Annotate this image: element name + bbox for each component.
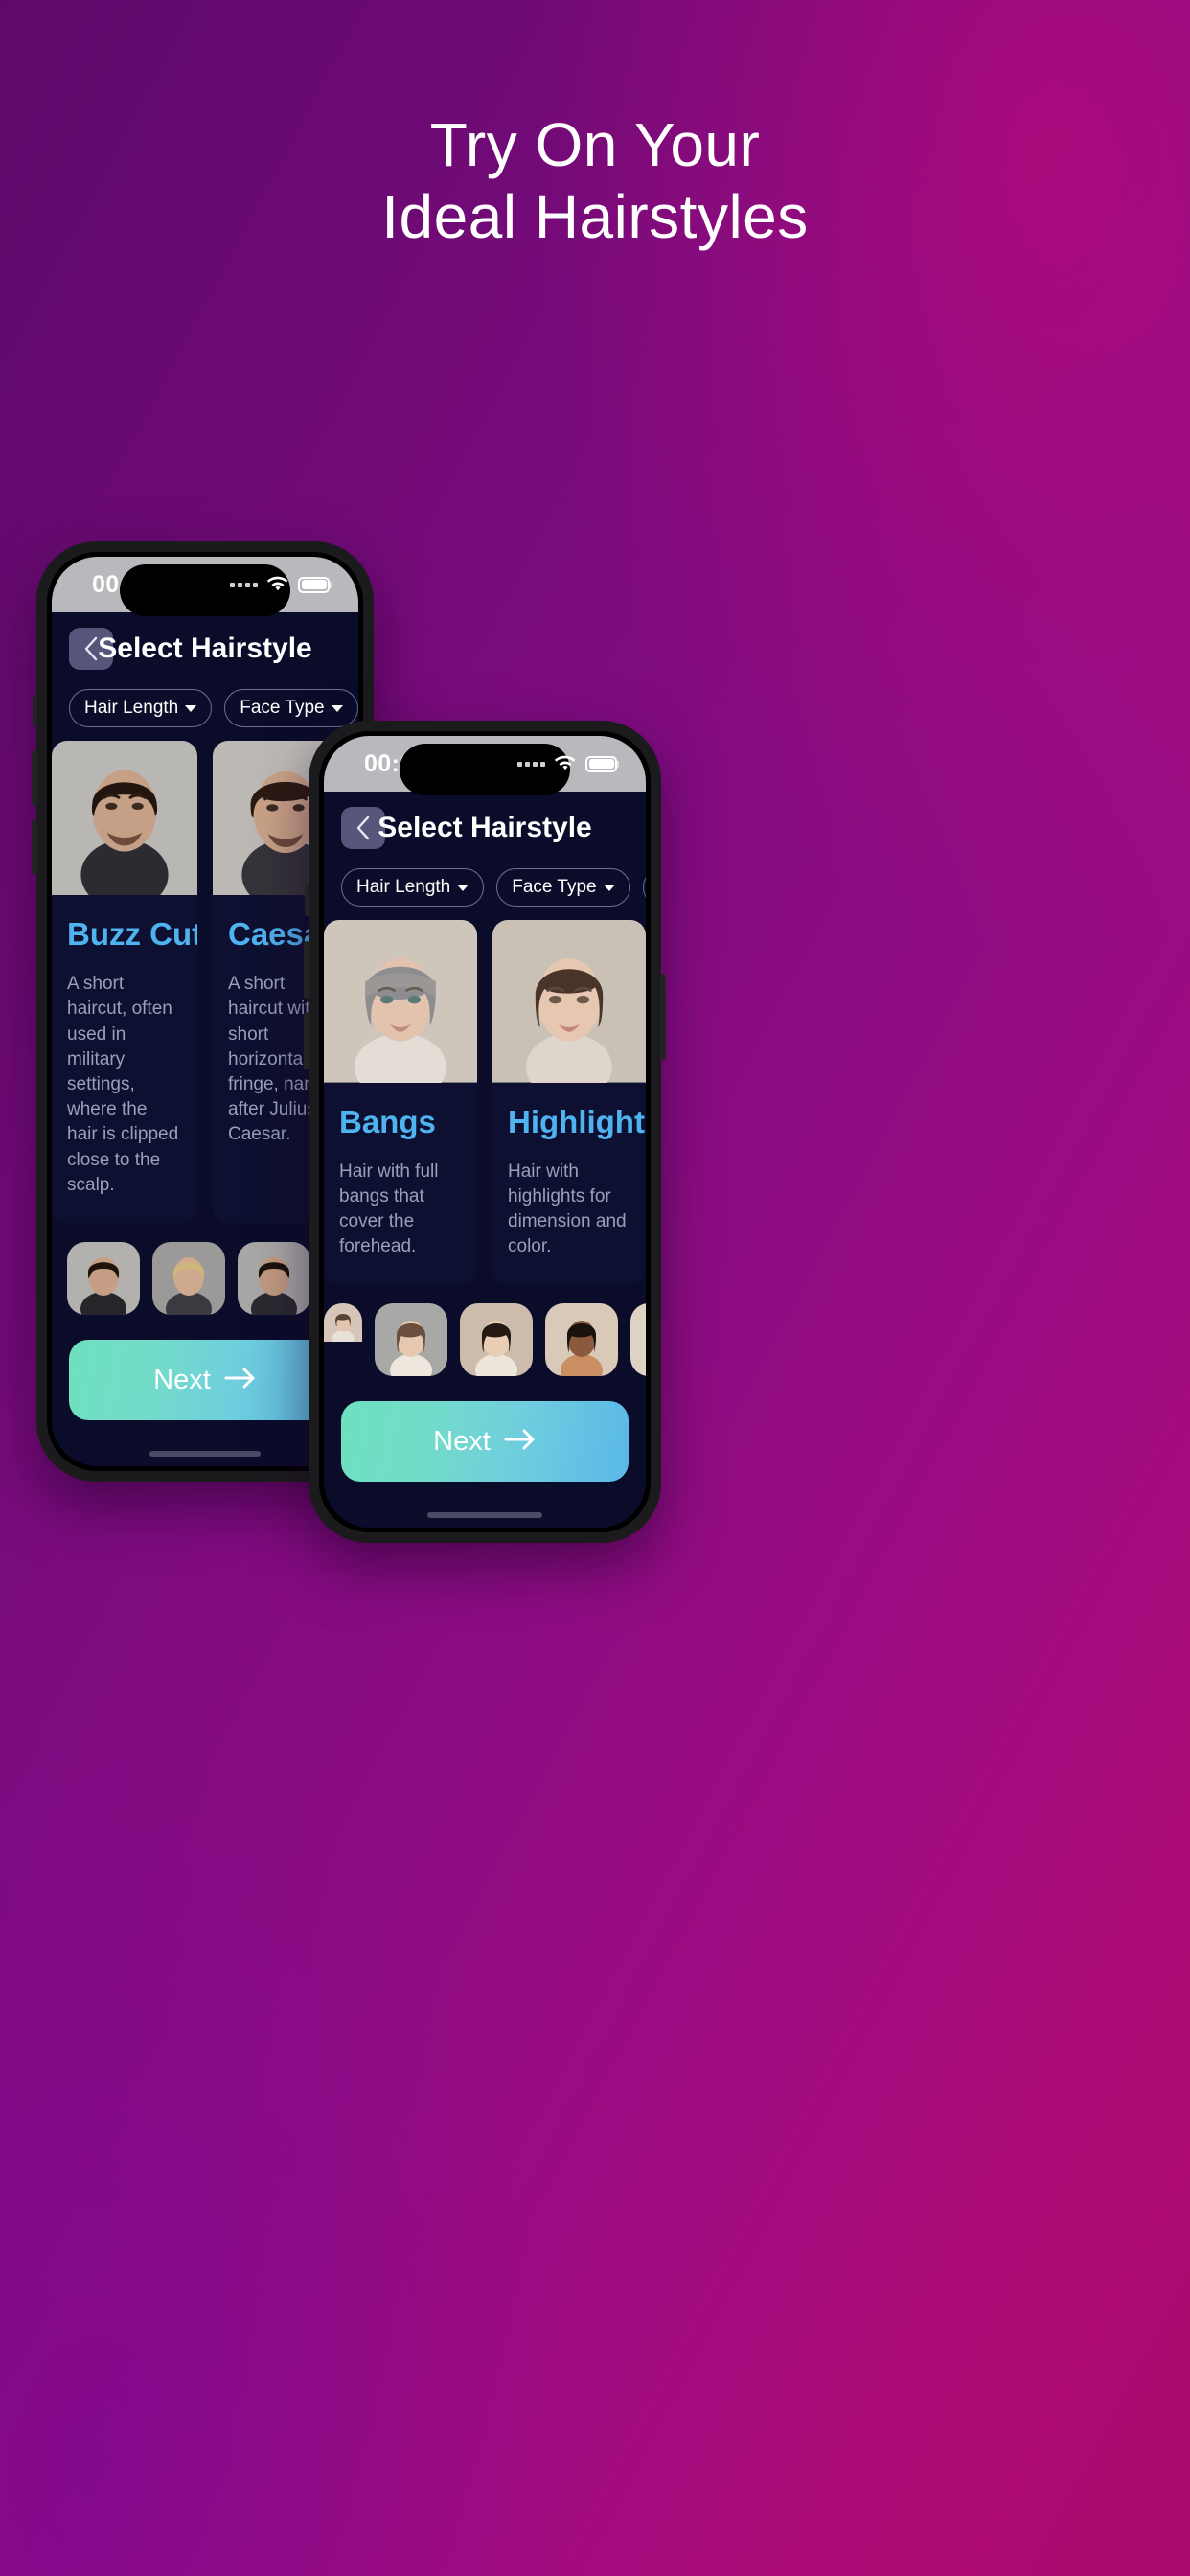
- signal-dots-icon: [517, 761, 545, 767]
- status-bar-indicators: [517, 755, 619, 772]
- status-bar: 00:02: [52, 557, 358, 616]
- hairstyle-card-grid: Bangs Hair with full bangs that cover th…: [324, 920, 646, 1285]
- hairstyle-thumbnail-row[interactable]: [324, 1284, 646, 1390]
- wifi-icon: [554, 755, 577, 772]
- phone-volume-down-button: [32, 819, 37, 875]
- hairstyle-name: Buzz Cut: [67, 916, 197, 953]
- hairstyle-card-meta: Highlight Hair with highlights for dimen…: [492, 1083, 646, 1285]
- hairstyle-thumbnail-1[interactable]: [67, 1242, 140, 1316]
- filter-chip-face-type[interactable]: Face Type: [224, 689, 358, 727]
- hairstyle-card[interactable]: Buzz Cut A short haircut, often used in …: [52, 741, 197, 1224]
- filter-chip-label: Face Type: [240, 698, 325, 718]
- filter-chip-row: Hair Length Face Type Usage: [324, 859, 646, 920]
- next-button[interactable]: Next: [69, 1340, 341, 1421]
- hairstyle-thumbnail-2[interactable]: [152, 1242, 225, 1316]
- app-header: Select Hairstyle: [52, 612, 358, 679]
- filter-chip-label: Face Type: [512, 877, 597, 897]
- next-button-container: Next: [324, 1390, 646, 1503]
- hairstyle-thumbnail-2[interactable]: [375, 1303, 447, 1377]
- signal-dots-icon: [230, 582, 258, 587]
- filter-chip-usage[interactable]: Usage: [642, 868, 646, 907]
- hairstyle-description: A short haircut, often used in military …: [67, 974, 179, 1195]
- next-button-label: Next: [153, 1364, 211, 1395]
- battery-icon: [298, 576, 332, 593]
- chevron-down-icon: [331, 704, 343, 712]
- filter-chip-label: Hair Length: [356, 877, 451, 897]
- app-header: Select Hairstyle: [324, 792, 646, 859]
- chevron-down-icon: [603, 884, 615, 891]
- hairstyle-photo: [324, 920, 477, 1083]
- hairstyle-photo: [492, 920, 646, 1083]
- hairstyle-card-meta: Bangs Hair with full bangs that cover th…: [324, 1083, 477, 1285]
- hairstyle-thumbnail-3[interactable]: [238, 1242, 310, 1316]
- chevron-left-icon: [355, 816, 371, 840]
- hairstyle-card[interactable]: Highlight Hair with highlights for dimen…: [492, 920, 646, 1285]
- headline-line-2: Ideal Hairstyles: [381, 181, 809, 251]
- back-button[interactable]: [69, 628, 113, 670]
- battery-icon: [585, 755, 619, 772]
- phone-bezel: 00:01 Select Hairstyle Hair Length Face …: [319, 731, 651, 1533]
- hairstyle-thumbnail-4[interactable]: [545, 1303, 618, 1377]
- filter-chip-hair-length[interactable]: Hair Length: [341, 868, 485, 907]
- hairstyle-photo: [52, 741, 197, 896]
- hairstyle-description: Hair with highlights for dimension and c…: [508, 1161, 627, 1257]
- phone-mockup-front: 00:01 Select Hairstyle Hair Length Face …: [304, 721, 666, 1544]
- hairstyle-description: Hair with full bangs that cover the fore…: [339, 1161, 439, 1257]
- status-bar-indicators: [230, 576, 332, 593]
- hairstyle-thumbnail-5[interactable]: [630, 1303, 646, 1377]
- phone-screen-front: 00:01 Select Hairstyle Hair Length Face …: [324, 736, 646, 1529]
- hairstyle-card-meta: Buzz Cut A short haircut, often used in …: [52, 895, 197, 1223]
- hairstyle-thumbnail-3[interactable]: [460, 1303, 533, 1377]
- phone-volume-down-button: [304, 1012, 309, 1070]
- chevron-down-icon: [185, 704, 197, 712]
- next-button[interactable]: Next: [341, 1401, 629, 1483]
- arrow-right-icon: [224, 1365, 257, 1396]
- home-indicator: [324, 1503, 646, 1528]
- chevron-left-icon: [83, 636, 99, 661]
- filter-chip-row: Hair Length Face Type Usage: [52, 679, 358, 741]
- back-button[interactable]: [341, 807, 385, 849]
- filter-chip-face-type[interactable]: Face Type: [496, 868, 630, 907]
- hairstyle-thumbnail-1[interactable]: [324, 1303, 362, 1376]
- app-content-front: Select Hairstyle Hair Length Face Type U…: [324, 792, 646, 1529]
- headline-line-1: Try On Your: [429, 110, 761, 179]
- phone-mute-switch: [33, 695, 37, 727]
- arrow-right-icon: [504, 1426, 537, 1458]
- next-button-label: Next: [433, 1425, 491, 1457]
- wifi-icon: [266, 576, 289, 593]
- filter-chip-hair-length[interactable]: Hair Length: [69, 689, 213, 727]
- phone-volume-up-button: [32, 750, 37, 806]
- hairstyle-name: Bangs: [339, 1103, 436, 1139]
- phone-mute-switch: [305, 884, 309, 916]
- chevron-down-icon: [457, 884, 469, 891]
- page-title: Try On Your Ideal Hairstyles: [0, 113, 1190, 248]
- filter-chip-label: Hair Length: [84, 698, 179, 718]
- phone-power-button: [660, 974, 666, 1060]
- hairstyle-card[interactable]: Bangs Hair with full bangs that cover th…: [324, 920, 477, 1285]
- status-bar: 00:01: [324, 736, 646, 795]
- phone-volume-up-button: [304, 941, 309, 999]
- hairstyle-name: Highlight: [508, 1103, 645, 1139]
